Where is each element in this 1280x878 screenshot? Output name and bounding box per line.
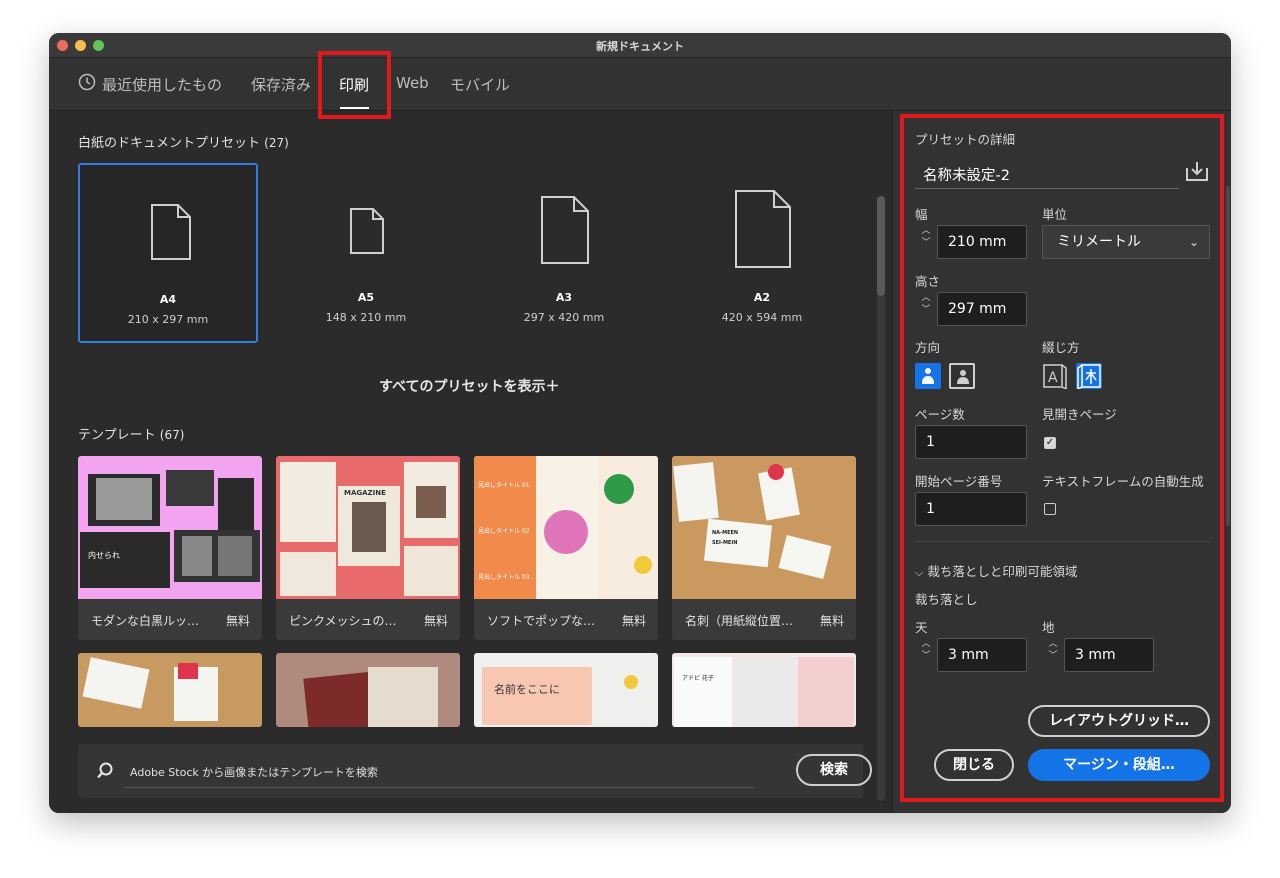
thumb-text: 見出しタイトル 01 <box>478 482 530 489</box>
thumb-text: 見出しタイトル 03 <box>478 574 530 581</box>
search-underline <box>124 787 754 788</box>
preset-name: A2 <box>753 291 771 304</box>
templates-heading: テンプレート (67) <box>78 424 184 443</box>
template-price: 無料 <box>621 614 646 628</box>
search-icon <box>96 762 114 784</box>
template-card-3[interactable]: 見出しタイトル 01 見出しタイトル 02 見出しタイトル 03 ソフトでポップ… <box>474 456 658 640</box>
template-label: 名刺（用紙縦位置… <box>685 614 794 628</box>
window-title: 新規ドキュメント <box>596 40 684 53</box>
presets-heading-text: 白紙のドキュメントプリセット <box>78 136 261 151</box>
thumb-text: NA-MEEN <box>712 530 739 536</box>
thumb-text: 見出しタイトル 02 <box>478 528 530 535</box>
preset-dims: 148 x 210 mm <box>325 311 407 324</box>
highlight-print-tab <box>318 51 391 119</box>
tab-web[interactable]: Web <box>396 74 429 92</box>
details-scrollbar[interactable] <box>1226 186 1230 526</box>
highlight-details-panel <box>900 114 1224 802</box>
preset-a4[interactable]: A4 210 x 297 mm <box>78 163 258 343</box>
show-all-presets-link[interactable]: すべてのプリセットを表示＋ <box>379 376 559 396</box>
scrollbar-thumb[interactable] <box>877 196 885 296</box>
document-icon <box>540 195 590 269</box>
preset-dims: 420 x 594 mm <box>721 311 803 324</box>
presets-heading: 白紙のドキュメントプリセット (27) <box>78 132 289 151</box>
template-card-8[interactable]: アドビ 花子 <box>672 653 856 727</box>
search-button[interactable]: 検索 <box>796 754 872 786</box>
title-bar: 新規ドキュメント <box>49 33 1231 58</box>
template-card-1[interactable]: 内せられ モダンな白黒ルッ… 無料 <box>78 456 262 640</box>
template-card-5[interactable] <box>78 653 262 727</box>
template-card-2[interactable]: MAGAZINE ピンクメッシュの… 無料 <box>276 456 460 640</box>
presets-panel: 白紙のドキュメントプリセット (27) A4 210 x 297 mm A5 1… <box>49 111 889 813</box>
template-card-7[interactable]: 名前をここに <box>474 653 658 727</box>
tab-recent[interactable]: 最近使用したもの <box>102 74 222 95</box>
preset-a2[interactable]: A2 420 x 594 mm <box>672 163 852 343</box>
preset-a3[interactable]: A3 297 x 420 mm <box>474 163 654 343</box>
thumb-text: アドビ 花子 <box>682 675 714 682</box>
document-icon <box>734 189 792 273</box>
template-label: ソフトでポップな… <box>487 614 596 628</box>
preset-dims: 297 x 420 mm <box>523 311 605 324</box>
document-icon <box>349 207 385 259</box>
stock-search-bar: Adobe Stock から画像またはテンプレートを検索 検索 <box>78 744 872 798</box>
preset-a5[interactable]: A5 148 x 210 mm <box>276 163 456 343</box>
tab-mobile[interactable]: モバイル <box>450 74 510 95</box>
template-thumbnail: 見出しタイトル 01 見出しタイトル 02 見出しタイトル 03 <box>474 456 658 599</box>
stock-search-input[interactable]: Adobe Stock から画像またはテンプレートを検索 <box>130 764 378 780</box>
category-tabs: 最近使用したもの 保存済み 印刷 Web モバイル <box>49 58 1231 111</box>
thumb-text: SEI-MEIN <box>712 540 738 546</box>
thumb-text: 内せられ <box>88 551 120 560</box>
preset-dims: 210 x 297 mm <box>127 313 209 326</box>
thumb-text: MAGAZINE <box>344 489 386 497</box>
tab-saved[interactable]: 保存済み <box>251 74 311 95</box>
presets-count: (27) <box>264 136 289 150</box>
template-price: 無料 <box>423 614 448 628</box>
template-thumbnail: MAGAZINE <box>276 456 460 599</box>
template-thumbnail: 内せられ <box>78 456 262 599</box>
document-icon <box>150 203 192 265</box>
preset-name: A3 <box>555 291 573 304</box>
thumb-text: 名前をここに <box>494 683 560 696</box>
template-thumbnail: NA-MEEN SEI-MEIN <box>672 456 856 599</box>
template-card-4[interactable]: NA-MEEN SEI-MEIN 名刺（用紙縦位置… 無料 <box>672 456 856 640</box>
templates-heading-text: テンプレート <box>78 428 156 443</box>
template-label: モダンな白黒ルッ… <box>91 614 200 628</box>
template-card-6[interactable] <box>276 653 460 727</box>
clock-icon <box>78 73 96 95</box>
preset-name: A4 <box>159 293 177 306</box>
template-price: 無料 <box>225 614 250 628</box>
template-label: ピンクメッシュの… <box>289 614 397 628</box>
template-price: 無料 <box>819 614 844 628</box>
templates-count: (67) <box>159 428 185 442</box>
templates-scrollbar[interactable] <box>877 196 885 801</box>
preset-name: A5 <box>357 291 375 304</box>
